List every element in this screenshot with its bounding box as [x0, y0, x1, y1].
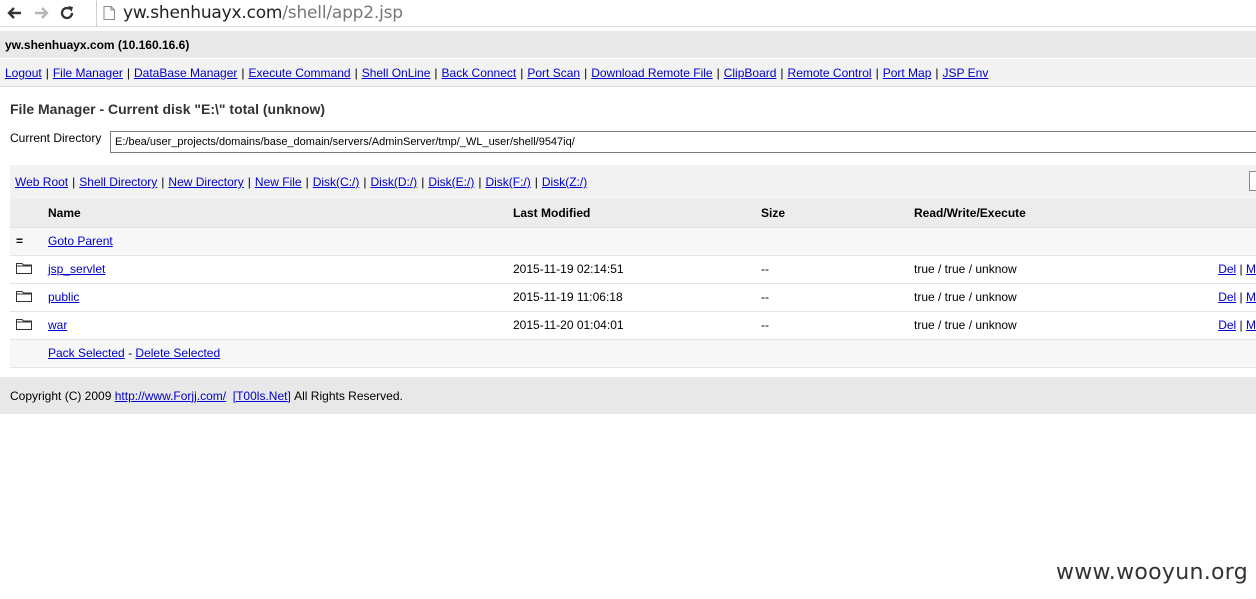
size-cell: --	[761, 255, 914, 284]
menu-port-map[interactable]: Port Map	[883, 66, 932, 80]
more-link[interactable]: M	[1246, 262, 1256, 276]
modified-cell: 2015-11-19 02:14:51	[513, 255, 761, 284]
delete-link[interactable]: Del	[1218, 262, 1236, 276]
host-header: yw.shenhuayx.com (10.160.16.6)	[0, 31, 1256, 58]
link-shell-directory[interactable]: Shell Directory	[79, 175, 157, 189]
parent-icon: =	[16, 234, 24, 248]
table-row: jsp_servlet 2015-11-19 02:14:51 -- true …	[10, 255, 1256, 284]
link-web-root[interactable]: Web Root	[15, 175, 68, 189]
main-menu: Logout | File Manager | DataBase Manager | …	[0, 59, 1256, 87]
current-directory-label: Current Directory	[10, 131, 102, 145]
link-disk-e[interactable]: Disk(E:/)	[428, 175, 474, 189]
folder-link[interactable]: public	[48, 290, 79, 304]
col-size-header: Size	[761, 199, 914, 228]
pack-selected-link[interactable]: Pack Selected	[48, 346, 125, 360]
file-table: Name Last Modified Size Read/Write/Execu…	[10, 199, 1256, 368]
size-cell: --	[761, 283, 914, 312]
reload-button[interactable]	[56, 2, 78, 24]
rwx-cell: true / true / unknow	[914, 311, 1214, 340]
menu-database-manager[interactable]: DataBase Manager	[134, 66, 237, 80]
host-label: yw.shenhuayx.com (10.160.16.6)	[5, 37, 190, 52]
delete-link[interactable]: Del	[1218, 290, 1236, 304]
size-cell: --	[761, 311, 914, 340]
link-disk-c[interactable]: Disk(C:/)	[313, 175, 360, 189]
menu-port-scan[interactable]: Port Scan	[527, 66, 580, 80]
copyright-text: Copyright (C) 2009	[10, 388, 112, 403]
folder-icon	[16, 290, 32, 302]
current-directory-row: Current Directory	[10, 131, 1256, 153]
more-link[interactable]: M	[1246, 318, 1256, 332]
table-row: public 2015-11-19 11:06:18 -- true / tru…	[10, 283, 1256, 312]
folder-icon	[16, 262, 32, 274]
current-directory-input[interactable]	[110, 131, 1256, 153]
col-rwx-header: Read/Write/Execute	[914, 199, 1214, 228]
menu-download-remote-file[interactable]: Download Remote File	[591, 66, 712, 80]
rwx-cell: true / true / unknow	[914, 283, 1214, 312]
url-path: /shell/app2.jsp	[282, 3, 403, 23]
link-disk-f[interactable]: Disk(F:/)	[485, 175, 530, 189]
rights-text: All Rights Reserved.	[294, 388, 403, 403]
table-row: war 2015-11-20 01:04:01 -- true / true /…	[10, 311, 1256, 340]
folder-link[interactable]: jsp_servlet	[48, 262, 105, 276]
menu-back-connect[interactable]: Back Connect	[442, 66, 517, 80]
goto-parent-row: = Goto Parent	[10, 227, 1256, 256]
quick-links-bar: Web Root | Shell Directory | New Directory…	[10, 165, 1256, 199]
folder-link[interactable]: war	[48, 318, 67, 332]
goto-parent-link[interactable]: Goto Parent	[48, 234, 113, 248]
modified-cell: 2015-11-19 11:06:18	[513, 283, 761, 312]
page-title: File Manager - Current disk "E:\" total …	[10, 101, 326, 117]
back-arrow-icon	[7, 7, 21, 19]
folder-icon	[16, 318, 32, 330]
delete-selected-link[interactable]: Delete Selected	[135, 346, 220, 360]
link-new-file[interactable]: New File	[255, 175, 302, 189]
more-link[interactable]: M	[1246, 290, 1256, 304]
page-icon	[103, 6, 115, 20]
modified-cell: 2015-11-20 01:04:01	[513, 311, 761, 340]
url-host: yw.shenhuayx.com	[123, 3, 283, 23]
menu-execute-command[interactable]: Execute Command	[249, 66, 351, 80]
menu-remote-control[interactable]: Remote Control	[788, 66, 872, 80]
reload-icon	[60, 6, 74, 20]
forjj-link[interactable]: http://www.Forjj.com/	[115, 389, 226, 403]
forward-button[interactable]	[30, 2, 52, 24]
menu-logout[interactable]: Logout	[5, 66, 42, 80]
col-name-header: Name	[48, 199, 513, 228]
back-button[interactable]	[4, 2, 26, 24]
col-modified-header: Last Modified	[513, 199, 761, 228]
url-text: yw.shenhuayx.com/shell/app2.jsp	[123, 3, 403, 23]
link-disk-d[interactable]: Disk(D:/)	[371, 175, 418, 189]
rwx-cell: true / true / unknow	[914, 255, 1214, 284]
menu-clipboard[interactable]: ClipBoard	[724, 66, 777, 80]
link-new-directory[interactable]: New Directory	[168, 175, 243, 189]
watermark: www.wooyun.org	[1055, 560, 1248, 585]
t00ls-link[interactable]: [T00ls.Net]	[233, 389, 291, 403]
link-disk-z[interactable]: Disk(Z:/)	[542, 175, 587, 189]
footer: Copyright (C) 2009 http://www.Forjj.com/…	[0, 377, 1256, 414]
upload-input-edge[interactable]	[1249, 171, 1256, 191]
browser-toolbar: yw.shenhuayx.com/shell/app2.jsp	[0, 0, 1256, 27]
action-separator: -	[128, 346, 133, 360]
table-header-row: Name Last Modified Size Read/Write/Execu…	[10, 199, 1256, 228]
bulk-actions-row: Pack Selected - Delete Selected	[10, 339, 1256, 368]
delete-link[interactable]: Del	[1218, 318, 1236, 332]
menu-shell-online[interactable]: Shell OnLine	[362, 66, 431, 80]
menu-file-manager[interactable]: File Manager	[53, 66, 123, 80]
address-bar[interactable]: yw.shenhuayx.com/shell/app2.jsp	[96, 0, 1256, 26]
forward-arrow-icon	[35, 7, 49, 19]
menu-jsp-env[interactable]: JSP Env	[943, 66, 989, 80]
